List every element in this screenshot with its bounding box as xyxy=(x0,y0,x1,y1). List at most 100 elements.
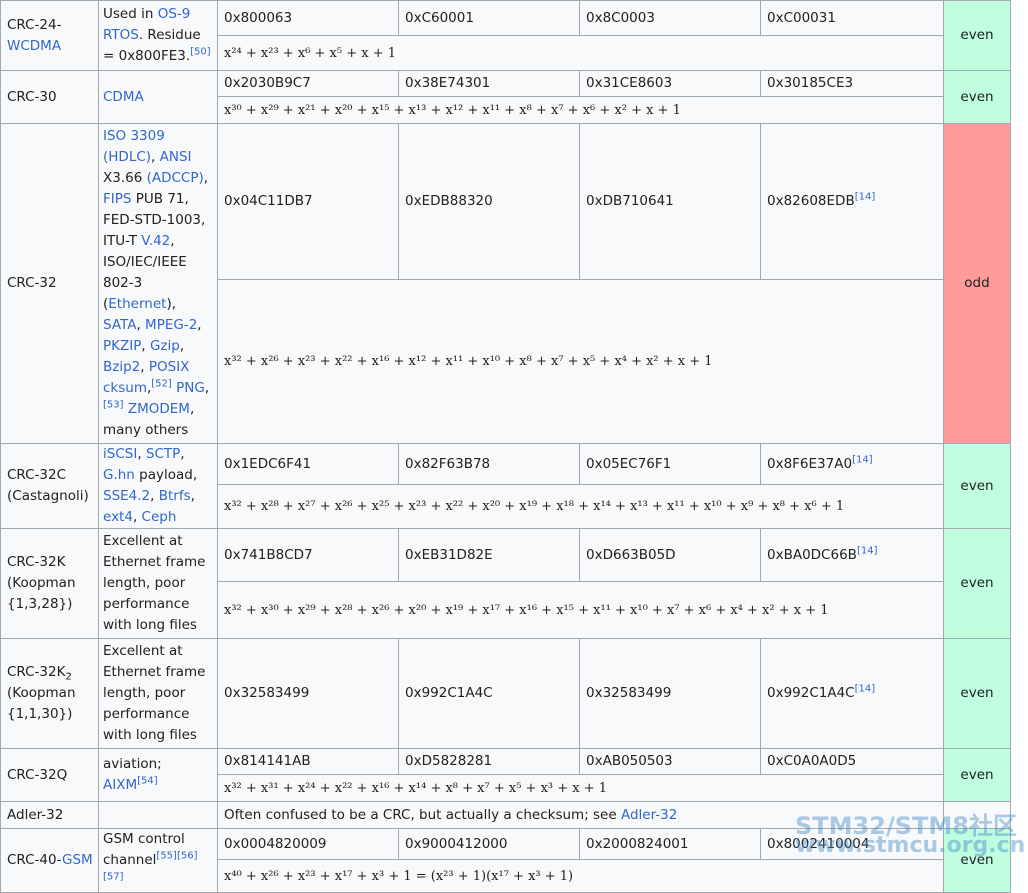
use-link[interactable]: iSCSI xyxy=(103,446,137,462)
normal-hex: 0x0004820009 xyxy=(217,827,399,861)
reciprocal-hex: 0xD663B05D xyxy=(579,528,761,582)
use-text: X3.66 xyxy=(103,170,147,186)
use-link[interactable]: Gzip xyxy=(150,338,180,354)
cdma-link[interactable]: CDMA xyxy=(103,89,144,105)
table-row: CRC-32K (Koopman {1,3,28}) Excellent at E… xyxy=(0,528,1011,639)
use-link[interactable]: ISO 3309 xyxy=(103,128,165,144)
reversed-reciprocal-hex: 0x30185CE3 xyxy=(760,70,944,97)
hex-text: 0x8F6E37A0 xyxy=(767,455,853,472)
use-text: ), xyxy=(166,296,176,312)
parity-cell: even xyxy=(943,443,1011,529)
reversed-reciprocal-hex: 0x8F6E37A0[14] xyxy=(760,442,944,486)
adler-link[interactable]: Adler-32 xyxy=(621,807,677,823)
crc-name-text: CRC-24- xyxy=(7,16,61,33)
crc-use: Excellent at Ethernet frame length, poor… xyxy=(98,528,218,639)
wcdma-link[interactable]: WCDMA xyxy=(7,38,61,54)
use-link[interactable]: V.42 xyxy=(141,233,170,249)
ref-link[interactable]: [56] xyxy=(177,851,198,862)
ref-link[interactable]: [57] xyxy=(103,872,124,883)
parity-cell: even xyxy=(943,0,1011,71)
reversed-hex: 0xEB31D82E xyxy=(398,528,580,582)
ref-link[interactable]: [14] xyxy=(857,545,878,556)
ref-link[interactable]: [14] xyxy=(855,192,876,203)
crc-use: CDMA xyxy=(98,70,218,124)
crc-name-text: CRC-40- xyxy=(7,852,62,868)
use-link[interactable]: ZMODEM xyxy=(128,401,190,417)
use-link[interactable]: MPEG-2 xyxy=(145,317,197,333)
use-link[interactable]: SSE4.2 xyxy=(103,488,150,504)
gsm-link[interactable]: GSM xyxy=(62,852,93,868)
ref-link[interactable]: [14] xyxy=(852,454,873,465)
polynomial: x³² + x²⁸ + x²⁷ + x²⁶ + x²⁵ + x²³ + x²² … xyxy=(217,484,944,529)
crc-name-subscript: 2 xyxy=(65,671,72,683)
normal-hex: 0x04C11DB7 xyxy=(217,123,399,280)
use-text: payload, xyxy=(134,467,198,483)
crc-table: CRC-24- WCDMA Used in OS-9 RTOS. Residue … xyxy=(0,0,1011,893)
reversed-reciprocal-hex: 0xBA0DC66B[14] xyxy=(760,528,944,582)
use-link[interactable]: SCTP xyxy=(146,446,180,462)
crc-name-text: CRC-32C xyxy=(7,467,67,483)
use-link[interactable]: ANSI xyxy=(160,149,192,165)
reversed-reciprocal-hex: 0x992C1A4C[14] xyxy=(760,638,944,749)
crc-name: CRC-32Q xyxy=(0,748,99,802)
use-text: aviation; xyxy=(103,756,162,772)
aixm-link[interactable]: AIXM xyxy=(103,777,137,793)
use-link[interactable]: PKZIP xyxy=(103,338,141,354)
crc-use: GSM control channel[55][56] [57] xyxy=(98,828,218,893)
note-text: Often confused to be a CRC, but actually… xyxy=(224,806,621,823)
reversed-hex: 0x82F63B78 xyxy=(398,442,580,486)
use-link[interactable]: FIPS xyxy=(103,191,131,207)
table-row: CRC-32K2 (Koopman {1,1,30}) Excellent at … xyxy=(0,638,1011,749)
normal-hex: 0x1EDC6F41 xyxy=(217,442,399,486)
hex-text: 0xBA0DC66B xyxy=(767,546,857,563)
reciprocal-hex: 0x8C0003 xyxy=(579,0,761,36)
use-link[interactable]: ext4 xyxy=(103,509,133,525)
use-link[interactable]: PNG xyxy=(176,380,205,396)
use-link[interactable]: cksum xyxy=(103,380,147,396)
ref-link[interactable]: [55] xyxy=(156,851,177,862)
crc-name: Adler-32 xyxy=(0,801,99,829)
table-row: CRC-32C (Castagnoli) iSCSI, SCTP, G.hn pa… xyxy=(0,442,1011,529)
use-text: , xyxy=(203,170,209,186)
ref-link[interactable]: [50] xyxy=(190,47,211,58)
table-row: CRC-30 CDMA 0x2030B9C7 0x38E74301 0x31CE… xyxy=(0,70,1011,124)
table-row: CRC-32Q aviation; AIXM[54] 0x814141AB 0x… xyxy=(0,748,1011,802)
reversed-hex: 0xC60001 xyxy=(398,0,580,36)
use-link[interactable]: (ADCCP) xyxy=(147,170,204,186)
reciprocal-hex: 0x05EC76F1 xyxy=(579,442,761,486)
reversed-reciprocal-hex: 0xC0A0A0D5 xyxy=(760,748,944,775)
crc-name: CRC-30 xyxy=(0,70,99,124)
parity-cell: even xyxy=(943,748,1011,802)
use-link[interactable]: G.hn xyxy=(103,467,135,483)
crc-name: CRC-32K2 (Koopman {1,1,30}) xyxy=(0,638,99,749)
use-link[interactable]: Ceph xyxy=(142,509,177,525)
crc-name-sub: (Castagnoli) xyxy=(7,488,89,504)
crc-name-text: CRC-32K xyxy=(7,664,66,680)
use-text: Used in xyxy=(103,6,158,22)
polynomial: x³⁰ + x²⁹ + x²¹ + x²⁰ + x¹⁵ + x¹³ + x¹² … xyxy=(217,96,944,124)
ref-link[interactable]: [54] xyxy=(137,776,158,787)
normal-hex: 0x2030B9C7 xyxy=(217,70,399,97)
use-link[interactable]: Btrfs xyxy=(159,488,191,504)
ref-link[interactable]: [14] xyxy=(855,684,876,695)
crc-use xyxy=(98,801,218,829)
use-link[interactable]: Bzip2 xyxy=(103,359,140,375)
parity-cell: even xyxy=(943,528,1011,639)
use-link[interactable]: (HDLC) xyxy=(103,149,151,165)
polynomial: x³² + x³¹ + x²⁴ + x²² + x¹⁶ + x¹⁴ + x⁸ +… xyxy=(217,774,944,802)
crc-name: CRC-32K (Koopman {1,3,28}) xyxy=(0,528,99,639)
use-link[interactable]: SATA xyxy=(103,317,136,333)
use-link[interactable]: Ethernet xyxy=(108,296,166,312)
reciprocal-hex: 0x31CE8603 xyxy=(579,70,761,97)
reciprocal-hex: 0x32583499 xyxy=(579,638,761,749)
table-row: CRC-32 ISO 3309 (HDLC), ANSI X3.66 (ADCC… xyxy=(0,123,1011,444)
normal-hex: 0x32583499 xyxy=(217,638,399,749)
crc-use: iSCSI, SCTP, G.hn payload, SSE4.2, Btrfs… xyxy=(98,443,218,529)
polynomial: x³² + x³⁰ + x²⁹ + x²⁸ + x²⁶ + x²⁰ + x¹⁹ … xyxy=(217,581,944,639)
hex-text: 0x82608EDB xyxy=(767,193,855,209)
use-link[interactable]: POSIX xyxy=(149,359,190,375)
parity-cell: odd xyxy=(943,123,1011,444)
hex-text: 0x992C1A4C xyxy=(767,685,855,701)
ref-link[interactable]: [53] xyxy=(103,400,124,411)
ref-link[interactable]: [52] xyxy=(151,379,172,390)
